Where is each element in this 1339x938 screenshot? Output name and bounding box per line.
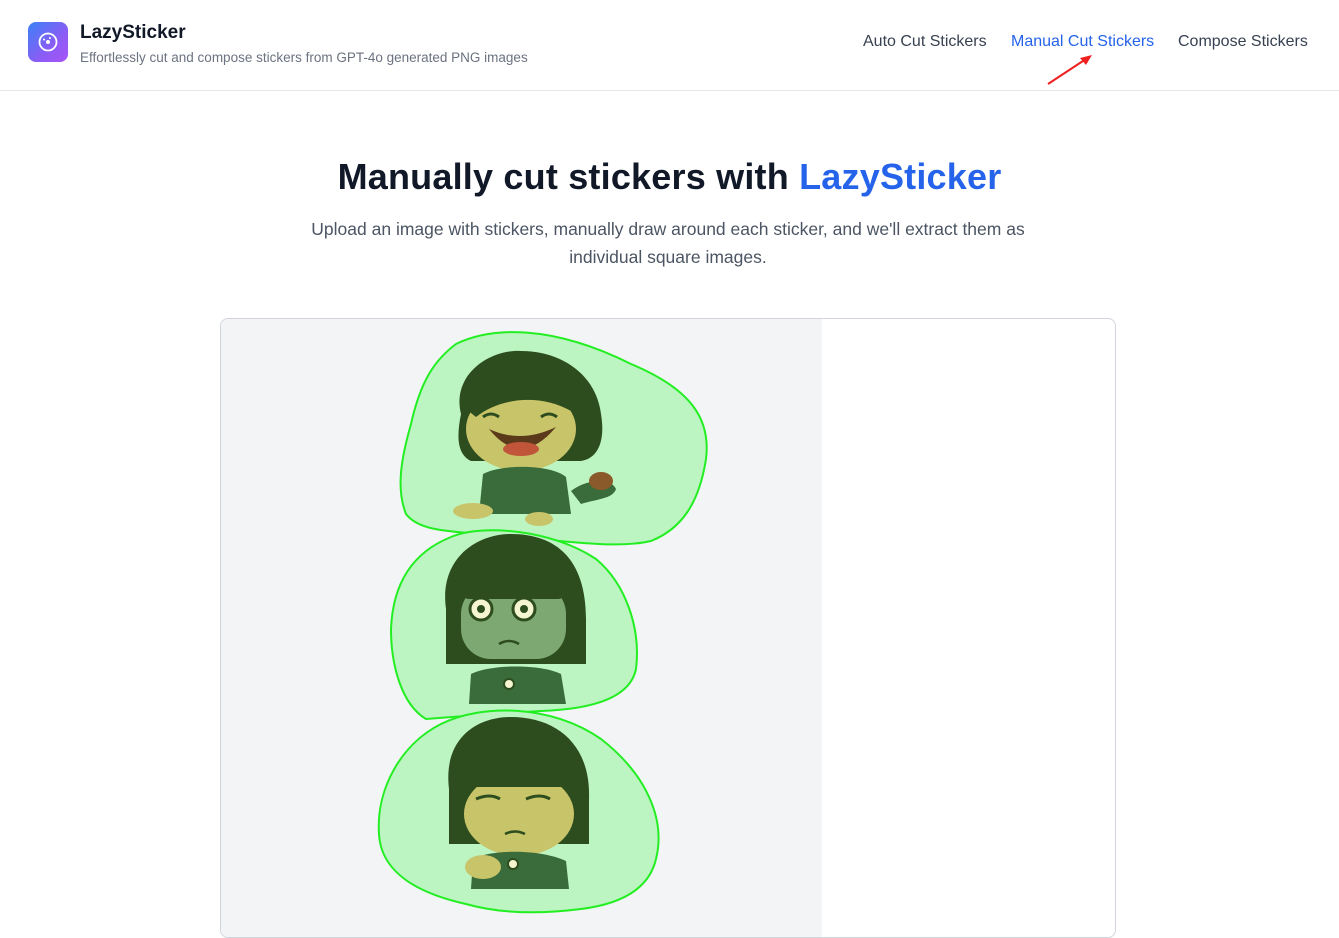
app-tagline: Effortlessly cut and compose stickers fr…: [80, 50, 528, 65]
nav-compose[interactable]: Compose Stickers: [1178, 33, 1308, 51]
sticker-canvas[interactable]: [221, 319, 822, 937]
palette-icon: [38, 32, 58, 52]
page-description: Upload an image with stickers, manually …: [311, 219, 1025, 267]
page-title-brand: LazySticker: [799, 156, 1002, 197]
app-name[interactable]: LazySticker: [80, 22, 186, 44]
annotation-arrow-icon: [1047, 55, 1092, 85]
page-title-prefix: Manually cut stickers with: [337, 156, 800, 197]
editor-card: [220, 318, 1116, 938]
nav-auto-cut[interactable]: Auto Cut Stickers: [863, 33, 987, 51]
nav-manual-cut[interactable]: Manual Cut Stickers: [1011, 33, 1154, 51]
app-logo[interactable]: [28, 22, 68, 62]
site-header: LazySticker Effortlessly cut and compose…: [0, 0, 1339, 91]
page-title: Manually cut stickers with LazySticker: [0, 156, 1339, 198]
